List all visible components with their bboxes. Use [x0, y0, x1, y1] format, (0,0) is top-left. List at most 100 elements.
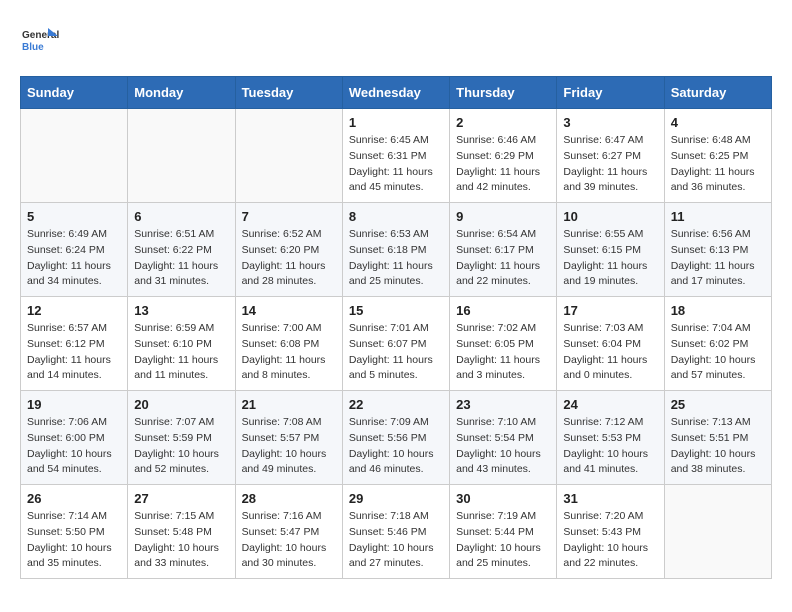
- svg-text:Blue: Blue: [22, 42, 44, 53]
- day-number: 31: [563, 491, 657, 506]
- day-number: 6: [134, 209, 228, 224]
- calendar-cell: 10Sunrise: 6:55 AM Sunset: 6:15 PM Dayli…: [557, 203, 664, 297]
- calendar-cell: 30 Sunrise: 7:19 AM Sunset: 5:44 PM Dayli…: [450, 485, 557, 579]
- day-number: 18: [671, 303, 765, 318]
- weekday-header: Monday: [128, 77, 235, 109]
- day-number: 13: [134, 303, 228, 318]
- day-info: Sunrise: 7:09 AM Sunset: 5:56 PM Dayligh…: [349, 415, 443, 478]
- day-info: Sunrise: 7:16 AM Sunset: 5:47 PM Dayligh…: [242, 509, 336, 572]
- calendar-cell: 1Sunrise: 6:45 AM Sunset: 6:31 PM Daylig…: [342, 109, 449, 203]
- day-number: 7: [242, 209, 336, 224]
- calendar-header: SundayMondayTuesdayWednesdayThursdayFrid…: [21, 77, 772, 109]
- day-number: 19: [27, 397, 121, 412]
- calendar-cell: 5 Sunrise: 6:49 AM Sunset: 6:24 PM Daylig…: [21, 203, 128, 297]
- calendar-cell: 7 Sunrise: 6:52 AM Sunset: 6:20 PM Daylig…: [235, 203, 342, 297]
- calendar-cell: 20 Sunrise: 7:07 AM Sunset: 5:59 PM Dayli…: [128, 391, 235, 485]
- day-number: 30: [456, 491, 550, 506]
- day-info: Sunrise: 7:18 AM Sunset: 5:46 PM Dayligh…: [349, 509, 443, 572]
- day-number: 9: [456, 209, 550, 224]
- day-info: Sunrise: 7:00 AM Sunset: 6:08 PM Dayligh…: [242, 321, 336, 384]
- calendar-cell: 16Sunrise: 7:02 AM Sunset: 6:05 PM Dayli…: [450, 297, 557, 391]
- day-info: Sunrise: 6:59 AM Sunset: 6:10 PM Dayligh…: [134, 321, 228, 384]
- day-info: Sunrise: 6:47 AM Sunset: 6:27 PM Dayligh…: [563, 133, 657, 196]
- day-info: Sunrise: 7:19 AM Sunset: 5:44 PM Dayligh…: [456, 509, 550, 572]
- day-number: 1: [349, 115, 443, 130]
- calendar-cell: 13 Sunrise: 6:59 AM Sunset: 6:10 PM Dayli…: [128, 297, 235, 391]
- day-info: Sunrise: 7:15 AM Sunset: 5:48 PM Dayligh…: [134, 509, 228, 572]
- calendar-cell: 8 Sunrise: 6:53 AM Sunset: 6:18 PM Daylig…: [342, 203, 449, 297]
- logo: General Blue: [20, 20, 60, 60]
- day-info: Sunrise: 6:56 AM Sunset: 6:13 PM Dayligh…: [671, 227, 765, 290]
- calendar-cell: 11 Sunrise: 6:56 AM Sunset: 6:13 PM Dayli…: [664, 203, 771, 297]
- calendar-week: 5 Sunrise: 6:49 AM Sunset: 6:24 PM Daylig…: [21, 203, 772, 297]
- day-info: Sunrise: 7:14 AM Sunset: 5:50 PM Dayligh…: [27, 509, 121, 572]
- logo-icon: General Blue: [20, 20, 60, 60]
- calendar-cell: 19 Sunrise: 7:06 AM Sunset: 6:00 PM Dayli…: [21, 391, 128, 485]
- calendar-cell: 25 Sunrise: 7:13 AM Sunset: 5:51 PM Dayli…: [664, 391, 771, 485]
- day-number: 5: [27, 209, 121, 224]
- day-number: 21: [242, 397, 336, 412]
- calendar-cell: 23 Sunrise: 7:10 AM Sunset: 5:54 PM Dayli…: [450, 391, 557, 485]
- day-info: Sunrise: 6:51 AM Sunset: 6:22 PM Dayligh…: [134, 227, 228, 290]
- day-info: Sunrise: 7:07 AM Sunset: 5:59 PM Dayligh…: [134, 415, 228, 478]
- day-number: 10: [563, 209, 657, 224]
- calendar-cell: [21, 109, 128, 203]
- weekday-header: Friday: [557, 77, 664, 109]
- calendar-cell: 29 Sunrise: 7:18 AM Sunset: 5:46 PM Dayli…: [342, 485, 449, 579]
- day-number: 12: [27, 303, 121, 318]
- day-info: Sunrise: 6:53 AM Sunset: 6:18 PM Dayligh…: [349, 227, 443, 290]
- day-info: Sunrise: 6:54 AM Sunset: 6:17 PM Dayligh…: [456, 227, 550, 290]
- weekday-header: Tuesday: [235, 77, 342, 109]
- day-number: 29: [349, 491, 443, 506]
- calendar-cell: 3Sunrise: 6:47 AM Sunset: 6:27 PM Daylig…: [557, 109, 664, 203]
- day-info: Sunrise: 7:08 AM Sunset: 5:57 PM Dayligh…: [242, 415, 336, 478]
- day-info: Sunrise: 7:12 AM Sunset: 5:53 PM Dayligh…: [563, 415, 657, 478]
- day-info: Sunrise: 7:04 AM Sunset: 6:02 PM Dayligh…: [671, 321, 765, 384]
- day-number: 8: [349, 209, 443, 224]
- calendar-cell: 27 Sunrise: 7:15 AM Sunset: 5:48 PM Dayli…: [128, 485, 235, 579]
- weekday-header: Thursday: [450, 77, 557, 109]
- weekday-header: Wednesday: [342, 77, 449, 109]
- calendar-body: 1Sunrise: 6:45 AM Sunset: 6:31 PM Daylig…: [21, 109, 772, 579]
- day-number: 11: [671, 209, 765, 224]
- calendar-cell: [664, 485, 771, 579]
- day-info: Sunrise: 6:49 AM Sunset: 6:24 PM Dayligh…: [27, 227, 121, 290]
- day-number: 26: [27, 491, 121, 506]
- calendar-cell: 9 Sunrise: 6:54 AM Sunset: 6:17 PM Daylig…: [450, 203, 557, 297]
- calendar-cell: 26 Sunrise: 7:14 AM Sunset: 5:50 PM Dayli…: [21, 485, 128, 579]
- day-number: 27: [134, 491, 228, 506]
- calendar-cell: 24Sunrise: 7:12 AM Sunset: 5:53 PM Dayli…: [557, 391, 664, 485]
- calendar-cell: [235, 109, 342, 203]
- calendar-week: 1Sunrise: 6:45 AM Sunset: 6:31 PM Daylig…: [21, 109, 772, 203]
- day-info: Sunrise: 6:52 AM Sunset: 6:20 PM Dayligh…: [242, 227, 336, 290]
- calendar-cell: 15Sunrise: 7:01 AM Sunset: 6:07 PM Dayli…: [342, 297, 449, 391]
- calendar-cell: 18 Sunrise: 7:04 AM Sunset: 6:02 PM Dayli…: [664, 297, 771, 391]
- day-info: Sunrise: 6:57 AM Sunset: 6:12 PM Dayligh…: [27, 321, 121, 384]
- day-number: 25: [671, 397, 765, 412]
- day-number: 22: [349, 397, 443, 412]
- day-number: 15: [349, 303, 443, 318]
- calendar-cell: 17Sunrise: 7:03 AM Sunset: 6:04 PM Dayli…: [557, 297, 664, 391]
- weekday-header: Saturday: [664, 77, 771, 109]
- day-info: Sunrise: 7:10 AM Sunset: 5:54 PM Dayligh…: [456, 415, 550, 478]
- day-info: Sunrise: 7:06 AM Sunset: 6:00 PM Dayligh…: [27, 415, 121, 478]
- day-info: Sunrise: 7:02 AM Sunset: 6:05 PM Dayligh…: [456, 321, 550, 384]
- calendar-cell: 4Sunrise: 6:48 AM Sunset: 6:25 PM Daylig…: [664, 109, 771, 203]
- day-number: 2: [456, 115, 550, 130]
- day-number: 20: [134, 397, 228, 412]
- calendar-cell: 2Sunrise: 6:46 AM Sunset: 6:29 PM Daylig…: [450, 109, 557, 203]
- day-number: 23: [456, 397, 550, 412]
- calendar-cell: 14 Sunrise: 7:00 AM Sunset: 6:08 PM Dayli…: [235, 297, 342, 391]
- calendar-cell: [128, 109, 235, 203]
- calendar-cell: 6 Sunrise: 6:51 AM Sunset: 6:22 PM Daylig…: [128, 203, 235, 297]
- calendar-week: 12 Sunrise: 6:57 AM Sunset: 6:12 PM Dayli…: [21, 297, 772, 391]
- calendar-cell: 21 Sunrise: 7:08 AM Sunset: 5:57 PM Dayli…: [235, 391, 342, 485]
- page-header: General Blue: [20, 20, 772, 60]
- weekday-header: Sunday: [21, 77, 128, 109]
- day-number: 14: [242, 303, 336, 318]
- day-info: Sunrise: 7:13 AM Sunset: 5:51 PM Dayligh…: [671, 415, 765, 478]
- calendar-cell: 22 Sunrise: 7:09 AM Sunset: 5:56 PM Dayli…: [342, 391, 449, 485]
- calendar-cell: 28Sunrise: 7:16 AM Sunset: 5:47 PM Dayli…: [235, 485, 342, 579]
- calendar-cell: 12 Sunrise: 6:57 AM Sunset: 6:12 PM Dayli…: [21, 297, 128, 391]
- day-number: 17: [563, 303, 657, 318]
